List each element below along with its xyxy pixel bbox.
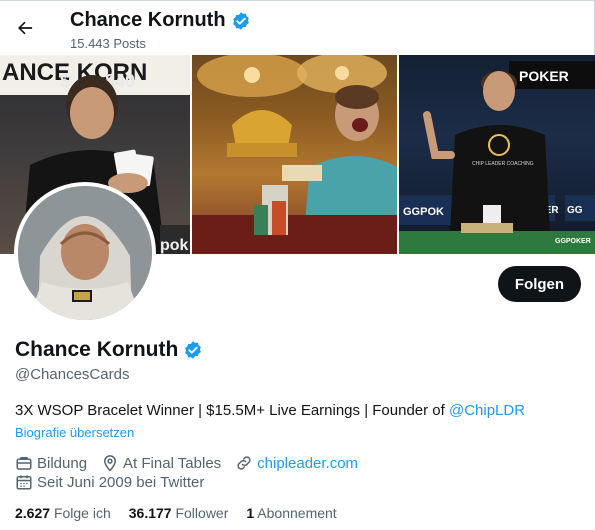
followers-count: 36.177 [128,505,172,521]
subscriptions-label: Abonnement [257,505,337,521]
stat-followers[interactable]: 36.177 Follower [129,505,229,521]
translate-bio-link[interactable]: Biografie übersetzen [15,425,134,440]
verified-badge-icon [232,11,249,30]
banner-photo-2 [192,55,397,254]
profile-name: Chance Kornuth [15,338,179,361]
location-label: At Final Tables [123,454,222,472]
briefcase-icon [16,457,32,470]
profile-name-row: Chance Kornuth [15,338,203,362]
stat-following[interactable]: 2.627 Folge ich [15,505,111,521]
meta-joined: Seit Juni 2009 bei Twitter [15,473,204,491]
profile-bio: 3X WSOP Bracelet Winner | $15.5M+ Live E… [15,402,525,419]
profile-handle: @ChancesCards [15,366,130,383]
following-label: Folge ich [53,505,111,521]
calendar-icon [16,475,32,490]
header-name: Chance Kornuth [70,9,226,31]
avatar-art [18,186,152,320]
meta-website: chipleader.com [235,454,358,472]
banner3-shirt-text: CHIP LEADER COACHING [472,161,534,167]
meta-location: At Final Tables [101,454,221,472]
website-link[interactable]: chipleader.com [257,455,358,472]
meta-category: Bildung [15,454,87,472]
posts-count: 15.443 Posts [70,36,146,51]
bio-text: 3X WSOP Bracelet Winner | $15.5M+ Live E… [15,402,449,419]
joined-label: Seit Juni 2009 bei Twitter [37,473,205,491]
profile-header-bar: Chance Kornuth 15.443 Posts [0,0,595,55]
category-label: Bildung [37,454,88,472]
profile-meta-row-2: Seit Juni 2009 bei Twitter [15,473,204,491]
verified-badge-icon[interactable] [183,340,203,360]
banner3-brand-text: POKER [519,68,569,84]
banner-photo-3-art: POKER GGPOK POKER GG CHIP LEADER COACHIN… [399,61,595,254]
banner-photo-3: POKER GGPOK POKER GG CHIP LEADER COACHIN… [399,55,595,254]
subscriptions-count: 1 [246,505,255,521]
posts-count-label: Posts [113,36,146,51]
banner3-table-brand: GGPOKER [555,238,591,245]
banner1-amount-prefix: $ [60,71,70,91]
location-pin-icon [104,455,117,472]
posts-count-value: 15.443 [70,36,110,51]
header-title: Chance Kornuth [70,9,251,32]
avatar-image [18,186,152,320]
bio-mention-link[interactable]: @ChipLDR [449,402,525,419]
followers-label: Follower [175,505,229,521]
link-icon [237,456,251,470]
profile-meta-row-1: Bildung At Final Tables chipleader.com [15,454,358,472]
stat-subscriptions[interactable]: 1 Abonnement [246,505,336,521]
profile-avatar[interactable] [14,182,156,324]
banner-photo-2-art [192,55,397,254]
follow-stats: 2.627 Folge ich 36.177 Follower 1 Abonne… [15,505,337,521]
arrow-left-icon [18,21,33,35]
follow-button[interactable]: Folgen [498,266,581,302]
banner1-brand-text: pok [160,237,189,254]
following-count: 2.627 [15,505,51,521]
back-button[interactable] [8,11,42,45]
banner3-gg-sign-3: GG [567,205,583,216]
banner3-gg-sign-1: GGPOK [403,206,444,218]
